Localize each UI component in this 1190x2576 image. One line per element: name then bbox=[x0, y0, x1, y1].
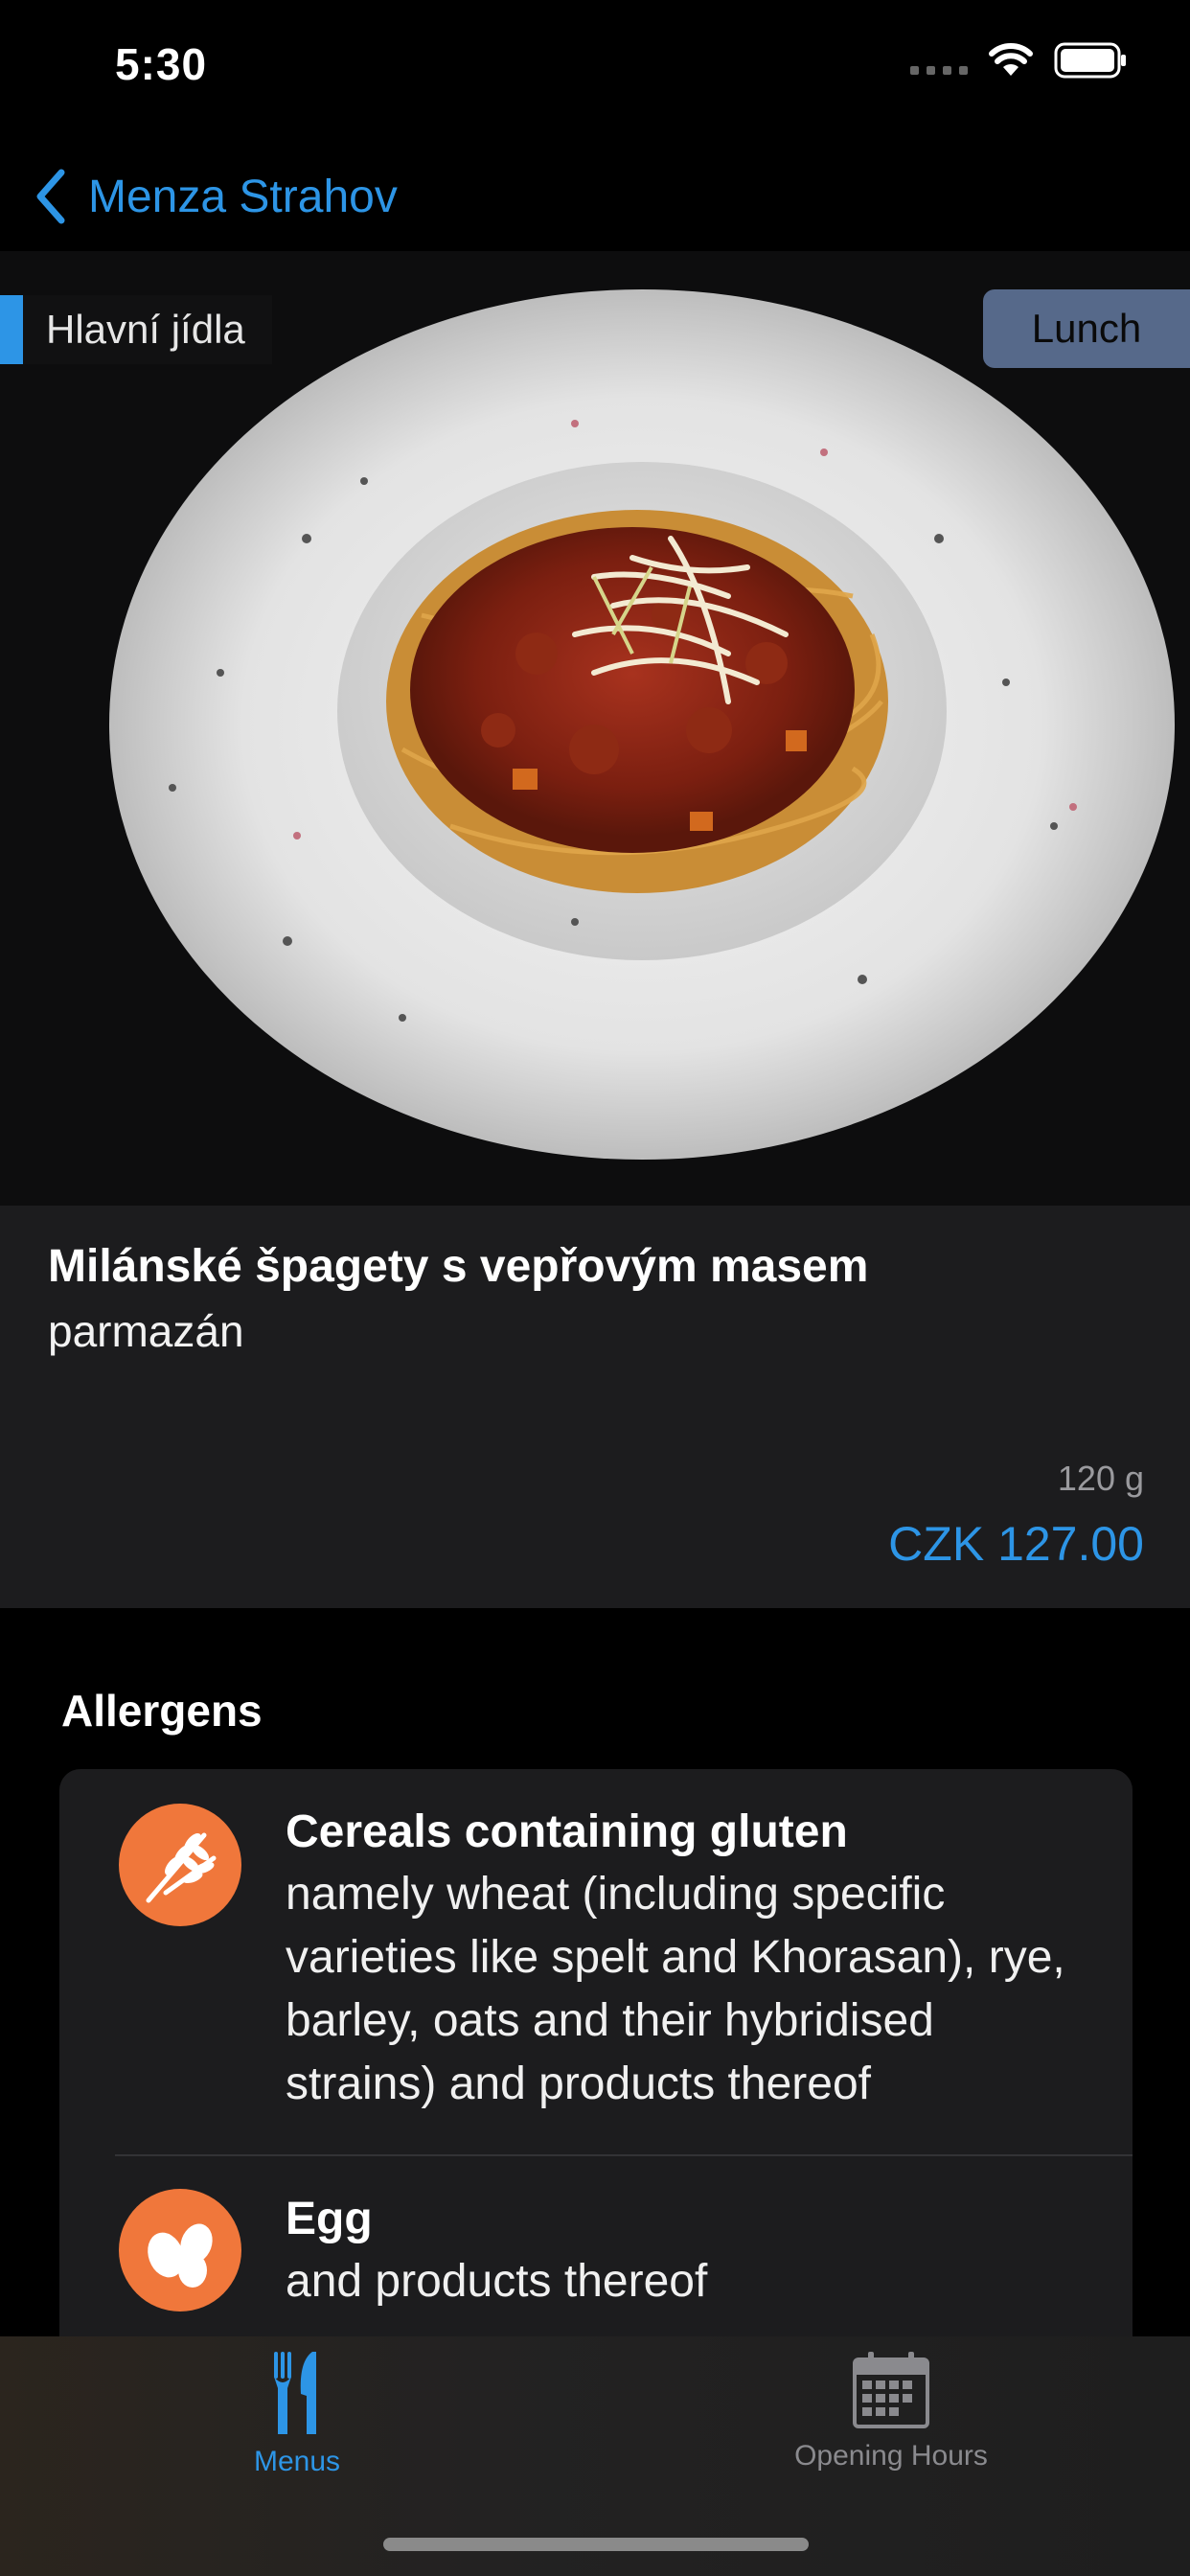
home-indicator bbox=[383, 2538, 809, 2551]
allergen-title: Cereals containing gluten bbox=[286, 1806, 848, 1857]
dish-side: parmazán bbox=[48, 1306, 244, 1356]
status-bar: 5:30 bbox=[0, 0, 1190, 134]
allergens-heading: Allergens bbox=[61, 1686, 263, 1736]
calendar-icon bbox=[853, 2352, 929, 2428]
allergen-text: Egg and products thereof bbox=[286, 2156, 1090, 2363]
dish-photo: Hlavní jídla Lunch bbox=[0, 251, 1190, 1206]
allergen-list: Cereals containing gluten namely wheat (… bbox=[59, 1769, 1133, 2363]
allergen-item-egg: Egg and products thereof bbox=[59, 2156, 1133, 2363]
allergen-text: Cereals containing gluten namely wheat (… bbox=[286, 1769, 1090, 2154]
wheat-icon bbox=[119, 1804, 241, 1926]
back-button-label: Menza Strahov bbox=[88, 171, 398, 222]
cellular-signal-icon bbox=[910, 46, 968, 75]
dish-name: Milánské špagety s vepřovým masem bbox=[48, 1241, 869, 1292]
status-time: 5:30 bbox=[115, 39, 208, 89]
dish-weight: 120 g bbox=[1057, 1459, 1144, 1498]
allergen-description: namely wheat (including specific varieti… bbox=[286, 1869, 1065, 2109]
meal-type-tag: Lunch bbox=[983, 289, 1190, 368]
dish-info-card: Milánské špagety s vepřovým masem parmaz… bbox=[0, 1206, 1190, 1608]
tab-menus[interactable]: Menus bbox=[125, 2350, 469, 2494]
tab-opening-hours[interactable]: Opening Hours bbox=[719, 2350, 1064, 2494]
allergen-description: and products thereof bbox=[286, 2256, 708, 2307]
status-indicators bbox=[910, 42, 1127, 79]
tab-label: Menus bbox=[253, 2446, 341, 2477]
fork-knife-icon bbox=[274, 2352, 316, 2434]
back-button[interactable]: Menza Strahov bbox=[34, 169, 398, 224]
egg-icon bbox=[119, 2189, 241, 2312]
spaghetti-plate-image bbox=[109, 289, 1175, 1160]
chevron-left-icon bbox=[36, 169, 65, 224]
category-accent bbox=[0, 295, 23, 364]
allergen-title: Egg bbox=[286, 2194, 373, 2244]
dish-price: CZK 127.00 bbox=[888, 1517, 1144, 1571]
category-tag: Hlavní jídla bbox=[0, 295, 272, 364]
navigation-bar: Menza Strahov bbox=[0, 144, 1190, 249]
wifi-icon bbox=[989, 43, 1033, 76]
tab-label: Opening Hours bbox=[794, 2440, 988, 2472]
battery-icon bbox=[1054, 42, 1126, 79]
allergen-item-gluten: Cereals containing gluten namely wheat (… bbox=[59, 1769, 1133, 2154]
category-label: Hlavní jídla bbox=[46, 307, 245, 352]
